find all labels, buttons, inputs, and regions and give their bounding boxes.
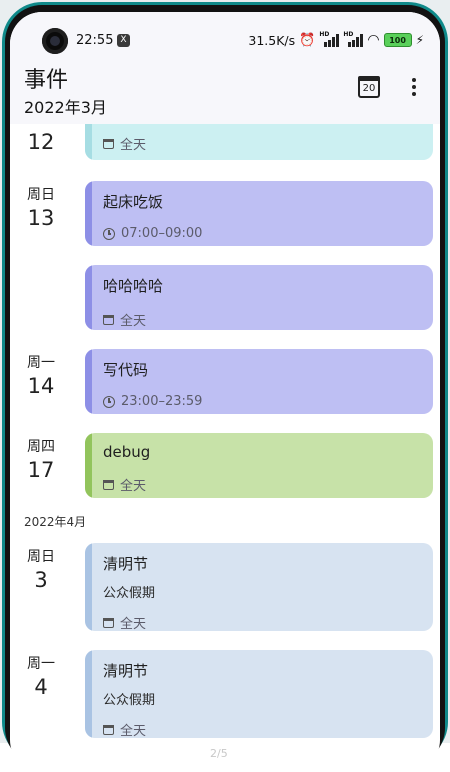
signal-hd-label-2: HD — [343, 30, 354, 38]
event-subtitle: 公众假期 — [103, 693, 156, 708]
signal-icon-2: HD — [343, 30, 364, 47]
net-speed: 31.5K/s — [248, 32, 296, 48]
current-month: 2022年3月 — [24, 98, 107, 117]
page-title: 事件 — [24, 68, 69, 93]
event-card[interactable]: debug 全天 — [85, 433, 433, 498]
calendar-icon — [103, 138, 114, 149]
event-time: 全天 — [120, 479, 147, 494]
event-title: 清明节 — [103, 662, 149, 680]
status-bar: 22:55 X 31.5K/s ⏰ HD HD ◠ 100 ⚡ — [10, 12, 440, 58]
event-title: 写代码 — [103, 361, 149, 379]
month-separator: 2022年4月 — [24, 515, 87, 529]
event-meta: 全天 — [103, 613, 433, 631]
status-time: 22:55 — [76, 33, 114, 48]
wifi-icon: ◠ — [367, 32, 380, 48]
day-header: 周四 17 — [10, 436, 72, 482]
page-indicator: 2/5 — [210, 747, 228, 760]
event-subtitle: 公众假期 — [103, 586, 156, 601]
calendar-icon[interactable]: 20 — [358, 76, 380, 98]
day-number: 17 — [27, 458, 55, 482]
front-camera — [42, 28, 68, 54]
event-time: 全天 — [120, 617, 147, 631]
battery-icon: 100 — [383, 33, 412, 47]
day-header: 周一 14 — [10, 352, 72, 398]
event-title: 起床吃饭 — [103, 193, 164, 211]
event-meta: 全天 — [103, 475, 433, 494]
day-number: 3 — [34, 568, 48, 592]
event-title: 清明节 — [103, 555, 149, 573]
weekday-label: 周四 — [27, 439, 55, 455]
app-header: 事件 2022年3月 20 — [10, 58, 440, 124]
day-header: 周日 3 — [10, 546, 72, 592]
event-card[interactable]: 清明节 公众假期 全天 — [85, 543, 433, 631]
event-time: 全天 — [120, 314, 147, 329]
alarm-icon: ⏰ — [299, 32, 316, 48]
signal-hd-label: HD — [319, 30, 330, 38]
event-meta: 全天 — [103, 720, 433, 738]
event-meta: 23:00–23:59 — [103, 394, 433, 409]
status-right-group: 31.5K/s ⏰ HD HD ◠ 100 ⚡ — [248, 30, 424, 49]
event-time: 全天 — [120, 724, 147, 738]
weekday-label: 周一 — [27, 656, 55, 672]
event-list[interactable]: 12 全天 周日 13 起床吃饭 07:00–09:00 哈哈哈哈 全天 周一 … — [10, 124, 440, 772]
clock-icon — [103, 227, 115, 240]
day-header: 12 — [10, 128, 72, 154]
more-vertical-icon[interactable] — [410, 78, 418, 100]
event-card[interactable]: 清明节 公众假期 全天 — [85, 650, 433, 738]
phone-screen: 22:55 X 31.5K/s ⏰ HD HD ◠ 100 ⚡ 事件 2022年… — [10, 12, 440, 772]
event-time: 07:00–09:00 — [121, 226, 203, 241]
calendar-today-number: 20 — [362, 83, 376, 94]
event-time: 全天 — [120, 138, 147, 153]
event-meta: 07:00–09:00 — [103, 226, 433, 241]
calendar-icon — [103, 479, 114, 490]
day-header: 周日 13 — [10, 184, 72, 230]
event-card[interactable]: 哈哈哈哈 全天 — [85, 265, 433, 330]
signal-icon: HD — [319, 30, 340, 47]
notification-app-icon: X — [117, 34, 130, 47]
weekday-label: 周日 — [27, 549, 55, 565]
calendar-icon — [103, 314, 114, 325]
day-number: 13 — [27, 206, 55, 230]
event-meta: 全天 — [103, 310, 433, 329]
event-title: 哈哈哈哈 — [103, 277, 164, 295]
weekday-label: 周日 — [27, 187, 55, 203]
day-number: 4 — [34, 675, 48, 699]
charging-icon: ⚡ — [415, 33, 424, 47]
day-number: 12 — [27, 130, 55, 154]
event-title: debug — [103, 443, 151, 461]
weekday-label: 周一 — [27, 355, 55, 371]
event-meta: 全天 — [103, 134, 433, 153]
day-number: 14 — [27, 374, 55, 398]
event-card[interactable]: 起床吃饭 07:00–09:00 — [85, 181, 433, 246]
event-time: 23:00–23:59 — [121, 394, 203, 409]
calendar-icon — [103, 617, 114, 628]
clock-icon — [103, 395, 115, 408]
event-card[interactable]: 写代码 23:00–23:59 — [85, 349, 433, 414]
event-card[interactable]: 全天 — [85, 124, 433, 160]
day-header: 周一 4 — [10, 653, 72, 699]
calendar-icon — [103, 724, 114, 735]
